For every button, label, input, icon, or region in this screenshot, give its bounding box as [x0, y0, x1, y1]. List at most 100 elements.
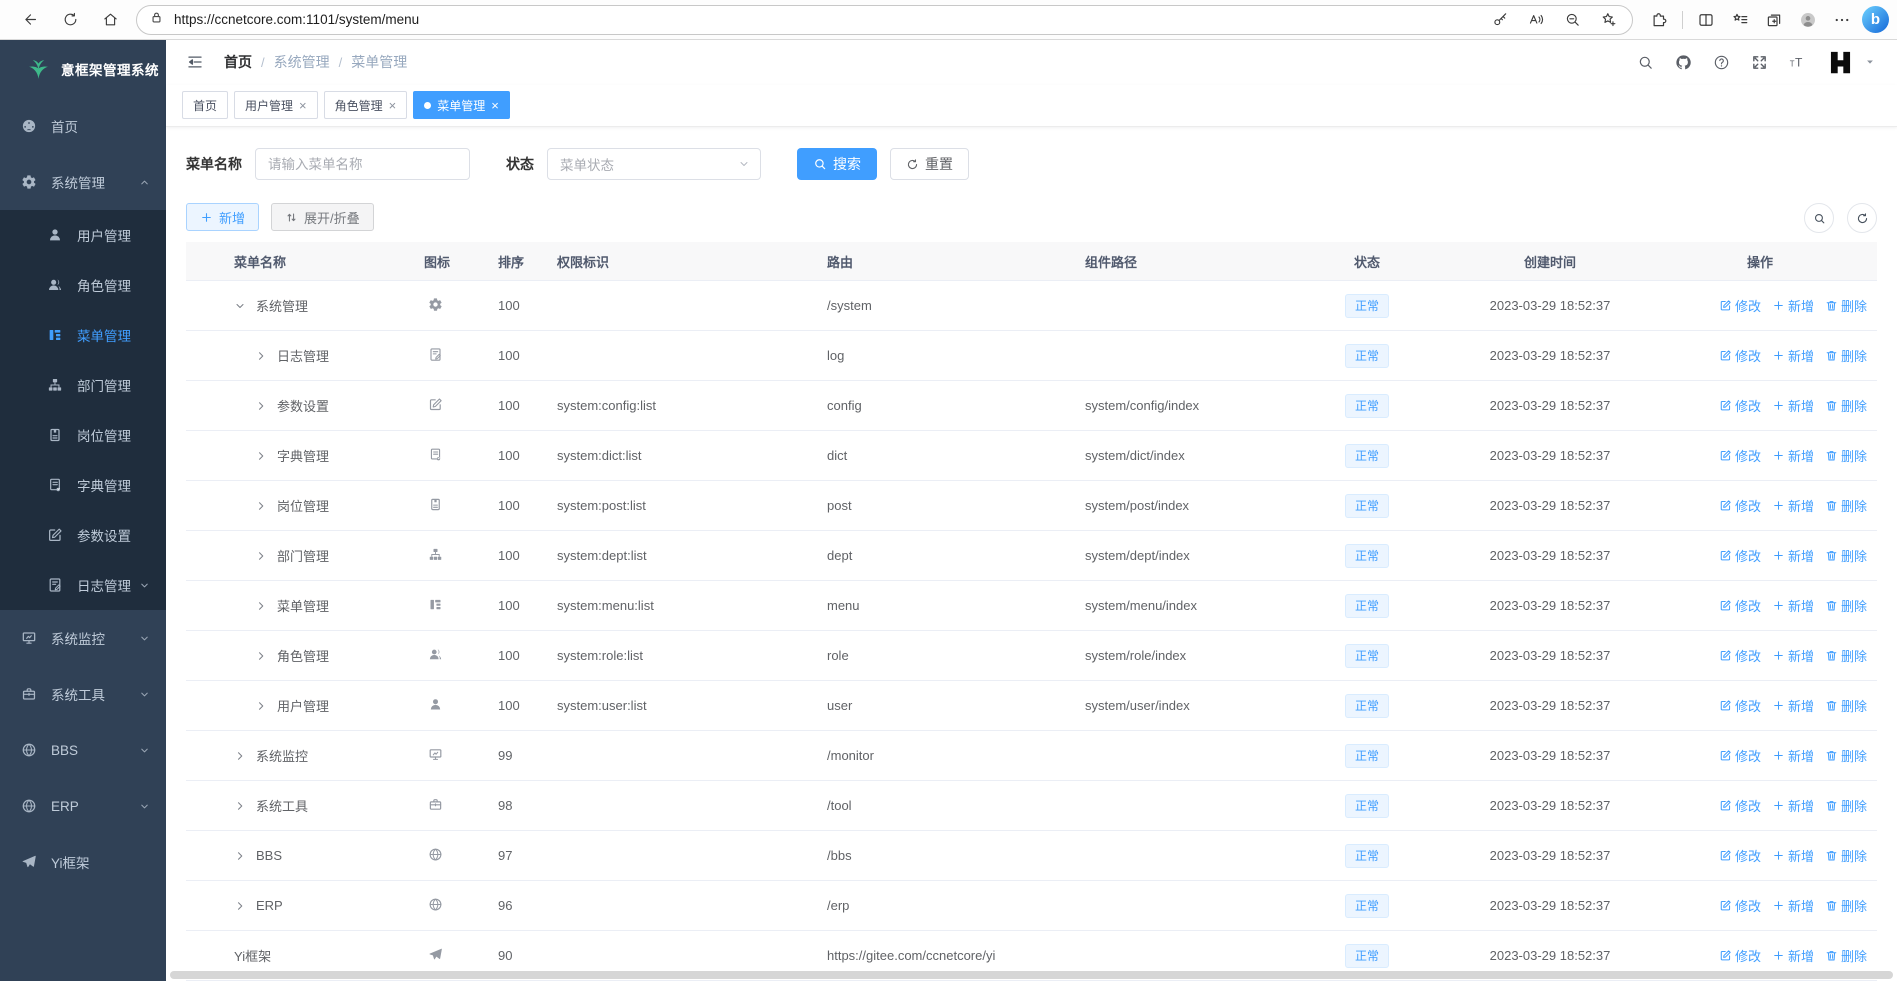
key-button[interactable]	[1484, 4, 1516, 36]
sidebar-item-bbs[interactable]: BBS	[0, 722, 166, 778]
collections-button[interactable]	[1758, 4, 1790, 36]
edit-link[interactable]: 修改	[1719, 646, 1761, 665]
edit-link[interactable]: 修改	[1719, 746, 1761, 765]
sidebar-item-log-mgmt[interactable]: 日志管理	[0, 560, 166, 610]
search-button[interactable]: 搜索	[797, 148, 877, 180]
add-link[interactable]: 新增	[1772, 546, 1814, 565]
split-screen-button[interactable]	[1690, 4, 1722, 36]
reset-button[interactable]: 重置	[890, 148, 969, 180]
table-refresh-button[interactable]	[1847, 203, 1877, 233]
edit-link[interactable]: 修改	[1719, 446, 1761, 465]
zoom-out-button[interactable]	[1556, 4, 1588, 36]
delete-link[interactable]: 删除	[1825, 796, 1867, 815]
tab-角色管理[interactable]: 角色管理 ×	[323, 91, 408, 120]
refresh-button[interactable]	[54, 4, 86, 36]
edit-link[interactable]: 修改	[1719, 346, 1761, 365]
tab-菜单管理[interactable]: 菜单管理 ×	[413, 91, 510, 120]
add-link[interactable]: 新增	[1772, 696, 1814, 715]
tab-close-icon[interactable]: ×	[299, 99, 307, 112]
delete-link[interactable]: 删除	[1825, 846, 1867, 865]
github-button[interactable]	[1675, 54, 1692, 71]
search-button[interactable]	[1637, 54, 1654, 71]
delete-link[interactable]: 删除	[1825, 346, 1867, 365]
delete-link[interactable]: 删除	[1825, 396, 1867, 415]
edit-link[interactable]: 修改	[1719, 896, 1761, 915]
tree-expand-toggle[interactable]	[255, 350, 272, 362]
edit-link[interactable]: 修改	[1719, 596, 1761, 615]
fullscreen-button[interactable]	[1751, 54, 1768, 71]
delete-link[interactable]: 删除	[1825, 496, 1867, 515]
favorites-bar-button[interactable]	[1724, 4, 1756, 36]
edit-link[interactable]: 修改	[1719, 846, 1761, 865]
delete-link[interactable]: 删除	[1825, 296, 1867, 315]
delete-link[interactable]: 删除	[1825, 946, 1867, 965]
sidebar-item-menu-mgmt[interactable]: 菜单管理	[0, 310, 166, 360]
sidebar-item-system-mgmt[interactable]: 系统管理	[0, 154, 166, 210]
favorite-star-button[interactable]	[1592, 4, 1624, 36]
add-link[interactable]: 新增	[1772, 446, 1814, 465]
tab-close-icon[interactable]: ×	[389, 99, 397, 112]
font-size-button[interactable]: TT	[1789, 54, 1806, 71]
add-link[interactable]: 新增	[1772, 346, 1814, 365]
url-text[interactable]: https://ccnetcore.com:1101/system/menu	[174, 12, 1484, 27]
delete-link[interactable]: 删除	[1825, 446, 1867, 465]
edit-link[interactable]: 修改	[1719, 496, 1761, 515]
user-avatar[interactable]	[1827, 49, 1854, 76]
add-link[interactable]: 新增	[1772, 796, 1814, 815]
breadcrumb-item[interactable]: 系统管理	[274, 52, 330, 72]
status-select[interactable]: 菜单状态	[547, 148, 761, 180]
delete-link[interactable]: 删除	[1825, 646, 1867, 665]
sidebar-item-tool[interactable]: 系统工具	[0, 666, 166, 722]
home-button[interactable]	[94, 4, 126, 36]
edit-link[interactable]: 修改	[1719, 796, 1761, 815]
read-aloud-button[interactable]	[1520, 4, 1552, 36]
address-bar[interactable]: https://ccnetcore.com:1101/system/menu	[136, 4, 1633, 36]
tab-用户管理[interactable]: 用户管理 ×	[234, 91, 318, 120]
sidebar-item-dict-mgmt[interactable]: 字典管理	[0, 460, 166, 510]
tree-expand-toggle[interactable]	[255, 550, 272, 562]
add-link[interactable]: 新增	[1772, 296, 1814, 315]
edit-link[interactable]: 修改	[1719, 546, 1761, 565]
delete-link[interactable]: 删除	[1825, 896, 1867, 915]
sidebar-item-user-mgmt[interactable]: 用户管理	[0, 210, 166, 260]
delete-link[interactable]: 删除	[1825, 546, 1867, 565]
add-button[interactable]: 新增	[186, 203, 260, 231]
add-link[interactable]: 新增	[1772, 896, 1814, 915]
edit-link[interactable]: 修改	[1719, 696, 1761, 715]
sidebar-item-erp[interactable]: ERP	[0, 778, 166, 834]
sidebar-item-yi-framework[interactable]: Yi框架	[0, 834, 166, 890]
back-button[interactable]	[14, 4, 46, 36]
tab-首页[interactable]: 首页	[182, 91, 229, 120]
sidebar-item-config-mgmt[interactable]: 参数设置	[0, 510, 166, 560]
tree-expand-toggle[interactable]	[234, 850, 251, 862]
delete-link[interactable]: 删除	[1825, 746, 1867, 765]
add-link[interactable]: 新增	[1772, 496, 1814, 515]
table-search-button[interactable]	[1804, 203, 1834, 233]
tree-expand-toggle[interactable]	[234, 900, 251, 912]
breadcrumb-item[interactable]: 首页	[224, 52, 252, 72]
tree-expand-toggle[interactable]	[255, 450, 272, 462]
add-link[interactable]: 新增	[1772, 846, 1814, 865]
menu-name-input[interactable]	[255, 148, 470, 180]
add-link[interactable]: 新增	[1772, 746, 1814, 765]
tree-expand-toggle[interactable]	[255, 600, 272, 612]
extensions-button[interactable]	[1643, 4, 1675, 36]
help-button[interactable]	[1713, 54, 1730, 71]
sidebar-item-role-mgmt[interactable]: 角色管理	[0, 260, 166, 310]
edit-link[interactable]: 修改	[1719, 296, 1761, 315]
profile-button[interactable]	[1792, 4, 1824, 36]
sidebar-item-monitor[interactable]: 系统监控	[0, 610, 166, 666]
add-link[interactable]: 新增	[1772, 946, 1814, 965]
tree-expand-toggle[interactable]	[234, 800, 251, 812]
expand-collapse-button[interactable]: 展开/折叠	[271, 203, 374, 231]
sidebar-item-post-mgmt[interactable]: 岗位管理	[0, 410, 166, 460]
delete-link[interactable]: 删除	[1825, 596, 1867, 615]
tab-close-icon[interactable]: ×	[491, 99, 499, 112]
tree-expand-toggle[interactable]	[255, 500, 272, 512]
horizontal-scrollbar[interactable]	[170, 971, 1893, 979]
tree-expand-toggle[interactable]	[255, 650, 272, 662]
add-link[interactable]: 新增	[1772, 596, 1814, 615]
delete-link[interactable]: 删除	[1825, 696, 1867, 715]
tree-expand-toggle[interactable]	[234, 750, 251, 762]
tree-expand-toggle[interactable]	[255, 700, 272, 712]
